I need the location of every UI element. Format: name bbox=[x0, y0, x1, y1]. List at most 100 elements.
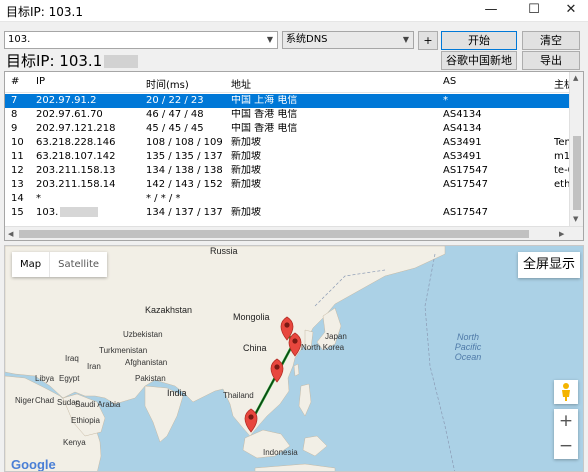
cell-address: 中国 香港 电信 bbox=[231, 109, 298, 120]
cell-address: 新加坡 bbox=[231, 179, 261, 190]
map-label-libya: Libya bbox=[35, 374, 55, 383]
cell-address: 新加坡 bbox=[231, 137, 261, 148]
table-row[interactable]: 14 * * / * / * bbox=[5, 192, 573, 206]
vertical-scrollbar[interactable]: ▲ ▼ bbox=[569, 72, 583, 226]
fullscreen-button[interactable]: 全屏显示 bbox=[518, 252, 580, 278]
cell-num: 13 bbox=[11, 179, 24, 190]
chevron-down-icon[interactable]: ▼ bbox=[399, 32, 413, 48]
ip-input[interactable]: 103. ▼ bbox=[4, 31, 278, 49]
chevron-down-icon[interactable]: ▼ bbox=[263, 32, 277, 48]
cell-as: AS17547 bbox=[443, 165, 488, 176]
cell-ip: 103. bbox=[36, 207, 99, 219]
scroll-up-icon[interactable]: ▲ bbox=[573, 74, 578, 82]
cell-as: * bbox=[443, 95, 448, 106]
cell-as: AS3491 bbox=[443, 137, 482, 148]
cell-as: AS4134 bbox=[443, 109, 482, 120]
cell-num: 12 bbox=[11, 165, 24, 176]
map-label-china: China bbox=[243, 343, 267, 353]
table-row[interactable]: 8 202.97.61.70 46 / 47 / 48 中国 香港 电信 AS4… bbox=[5, 108, 573, 122]
col-address[interactable]: 地址 bbox=[231, 76, 251, 91]
dns-select[interactable]: 系统DNS ▼ bbox=[282, 31, 414, 49]
map-label-mongolia: Mongolia bbox=[233, 312, 270, 322]
map-label-pakistan: Pakistan bbox=[135, 374, 166, 383]
redaction bbox=[104, 55, 139, 68]
table-row[interactable]: 7 202.97.91.2 20 / 22 / 23 中国 上海 电信 * bbox=[5, 94, 573, 108]
map-label-niger: Niger bbox=[15, 396, 35, 405]
land-philippines bbox=[298, 383, 312, 417]
scroll-down-icon[interactable]: ▼ bbox=[573, 215, 578, 223]
map-label-russia: Russia bbox=[210, 246, 238, 256]
cell-ip: 203.211.158.14 bbox=[36, 179, 116, 190]
add-button[interactable]: + bbox=[418, 31, 438, 50]
table-row[interactable]: 15 103. 134 / 137 / 137 新加坡 AS17547 bbox=[5, 206, 573, 220]
col-as[interactable]: AS bbox=[443, 76, 456, 87]
cell-ip-text: 103. bbox=[36, 207, 59, 218]
cell-time: 45 / 45 / 45 bbox=[146, 123, 204, 134]
cell-time: 142 / 143 / 152 bbox=[146, 179, 223, 190]
horizontal-scrollbar[interactable]: ◀ ▶ bbox=[5, 226, 583, 240]
zoom-out-button[interactable]: − bbox=[554, 434, 578, 459]
map-label-afghanistan: Afghanistan bbox=[125, 358, 168, 367]
table-row[interactable]: 13 203.211.158.14 142 / 143 / 152 新加坡 AS… bbox=[5, 178, 574, 192]
satellite-tab[interactable]: Satellite bbox=[49, 252, 107, 277]
cell-address: 中国 上海 电信 bbox=[231, 95, 298, 106]
export-button[interactable]: 导出 bbox=[522, 51, 580, 70]
table-row[interactable]: 10 63.218.228.146 108 / 108 / 109 新加坡 AS… bbox=[5, 136, 573, 150]
cell-address: 中国 香港 电信 bbox=[231, 123, 298, 134]
cell-address: 新加坡 bbox=[231, 165, 261, 176]
cell-address: 新加坡 bbox=[231, 151, 261, 162]
title-bar: 目标IP: 103.1 — ☐ ✕ bbox=[0, 0, 588, 22]
zoom-in-button[interactable]: + bbox=[554, 409, 578, 434]
col-num[interactable]: # bbox=[11, 76, 19, 87]
google-logo: Google bbox=[11, 457, 56, 472]
cell-time: 20 / 22 / 23 bbox=[146, 95, 204, 106]
cell-ip: 63.218.107.142 bbox=[36, 151, 116, 162]
cell-time: 134 / 138 / 138 bbox=[146, 165, 223, 176]
route-map[interactable]: Russia Kazakhstan Mongolia China Turkmen… bbox=[4, 245, 584, 472]
vertical-scroll-thumb[interactable] bbox=[573, 136, 581, 210]
scroll-left-icon[interactable]: ◀ bbox=[8, 230, 13, 238]
window-title: 目标IP: 103.1 bbox=[6, 5, 83, 19]
maximize-button[interactable]: ☐ bbox=[517, 0, 551, 22]
clear-button[interactable]: 清空 bbox=[522, 31, 580, 50]
map-label-india: India bbox=[167, 388, 187, 398]
map-label-turkmenistan: Turkmenistan bbox=[99, 346, 148, 355]
cell-ip: 202.97.61.70 bbox=[36, 109, 103, 120]
zoom-control: + − bbox=[554, 409, 578, 459]
map-label-egypt: Egypt bbox=[59, 374, 80, 383]
horizontal-scroll-thumb[interactable] bbox=[19, 230, 529, 238]
map-label-north-korea: North Korea bbox=[301, 343, 345, 352]
map-label-thailand: Thailand bbox=[223, 391, 254, 400]
cell-num: 8 bbox=[11, 109, 18, 120]
minimize-button[interactable]: — bbox=[474, 0, 508, 22]
close-button[interactable]: ✕ bbox=[554, 0, 588, 22]
map-type-control: Map Satellite bbox=[12, 252, 108, 277]
pegman-icon[interactable] bbox=[554, 380, 578, 404]
table-row[interactable]: 11 63.218.107.142 135 / 135 / 137 新加坡 AS… bbox=[5, 150, 576, 164]
app-window: 目标IP: 103.1 — ☐ ✕ 103. ▼ 系统DNS ▼ + 开始 清空… bbox=[0, 0, 588, 472]
map-label-kenya: Kenya bbox=[63, 438, 86, 447]
scroll-right-icon[interactable]: ▶ bbox=[559, 230, 564, 238]
map-label-japan: Japan bbox=[325, 332, 347, 341]
table-row[interactable]: 12 203.211.158.13 134 / 138 / 138 新加坡 AS… bbox=[5, 164, 574, 178]
map-label-chad: Chad bbox=[35, 396, 55, 405]
col-ip[interactable]: IP bbox=[36, 76, 45, 87]
google-map-button[interactable]: 谷歌中国新地图 bbox=[441, 51, 517, 84]
table-header: # IP 时间(ms) 地址 AS 主机 bbox=[5, 72, 583, 93]
cell-time: 46 / 47 / 48 bbox=[146, 109, 204, 120]
cell-num: 10 bbox=[11, 137, 24, 148]
cell-address: 新加坡 bbox=[231, 207, 261, 218]
cell-as: AS3491 bbox=[443, 151, 482, 162]
pegman-svg bbox=[562, 383, 570, 401]
cell-num: 14 bbox=[11, 193, 24, 204]
cell-time: 134 / 137 / 137 bbox=[146, 207, 223, 218]
map-label-indonesia: Indonesia bbox=[263, 448, 298, 457]
cell-time: 135 / 135 / 137 bbox=[146, 151, 223, 162]
target-ip-label: 目标IP: 103.1 bbox=[6, 50, 139, 71]
map-tab[interactable]: Map bbox=[12, 252, 49, 277]
start-button[interactable]: 开始 bbox=[441, 31, 517, 50]
col-time[interactable]: 时间(ms) bbox=[146, 76, 189, 91]
table-row[interactable]: 9 202.97.121.218 45 / 45 / 45 中国 香港 电信 A… bbox=[5, 122, 573, 136]
redaction bbox=[60, 207, 99, 217]
hops-table: # IP 时间(ms) 地址 AS 主机 7 202.97.91.2 20 / … bbox=[4, 71, 584, 241]
